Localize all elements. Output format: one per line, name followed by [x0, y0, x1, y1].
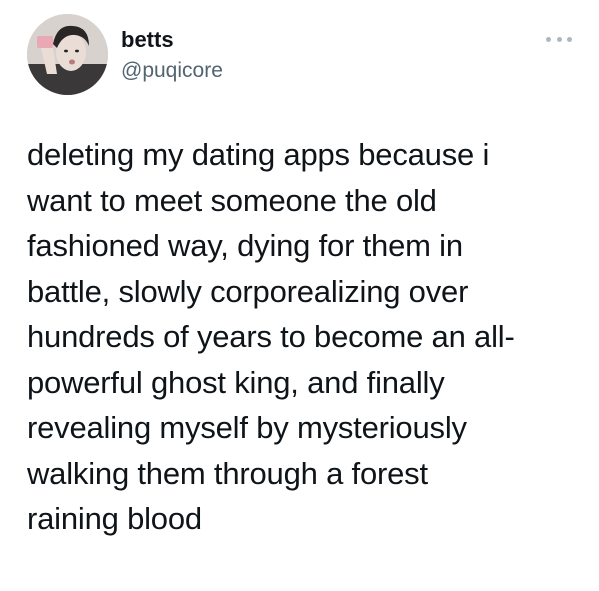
tweet-line: battle, slowly corporealizing over: [27, 273, 469, 309]
more-options-icon[interactable]: [546, 34, 572, 44]
author-display-name[interactable]: betts: [121, 26, 174, 54]
tweet-line: deleting my dating apps because i: [27, 137, 490, 172]
author-avatar[interactable]: [27, 14, 108, 95]
tweet-line: want to meet someone the old: [27, 182, 437, 218]
menu-dot: [556, 36, 562, 42]
menu-dot: [546, 36, 551, 42]
tweet-line: fashioned way, dying for them in: [27, 228, 463, 263]
tweet-line: powerful ghost king, and finally: [27, 364, 445, 400]
tweet-body: deleting my dating apps because i want t…: [27, 132, 587, 542]
tweet-card: betts @puqicore deleting my dating apps …: [0, 0, 599, 591]
menu-dot: [567, 36, 572, 42]
avatar-photo-icon: [27, 14, 108, 95]
tweet-line: walking them through a forest: [27, 455, 428, 491]
tweet-line: raining blood: [27, 501, 202, 536]
tweet-line: revealing myself by mysteriously: [27, 410, 467, 445]
author-handle[interactable]: @puqicore: [121, 58, 223, 84]
tweet-line: hundreds of years to become an all-: [27, 319, 515, 354]
